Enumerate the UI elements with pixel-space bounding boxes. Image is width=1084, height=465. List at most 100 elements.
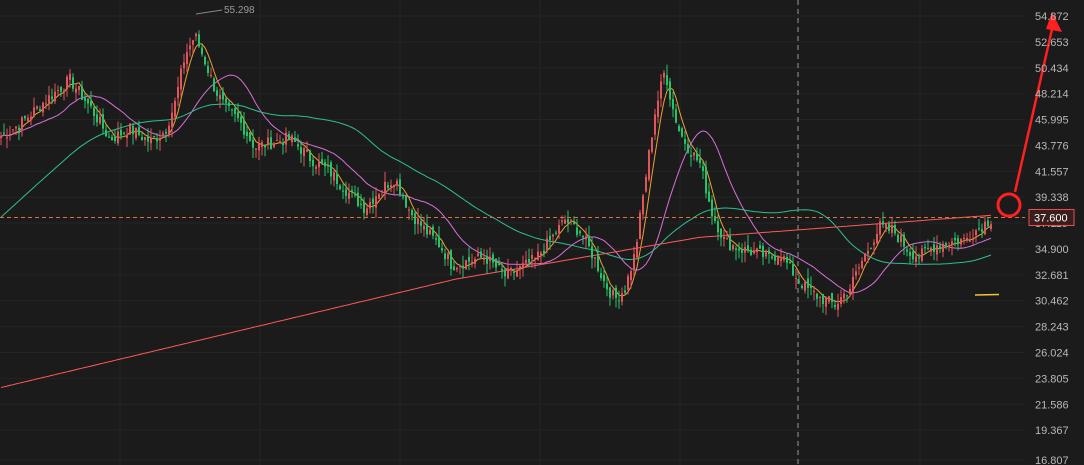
candle-up bbox=[942, 243, 944, 252]
candle-up bbox=[135, 127, 137, 139]
candle-up bbox=[858, 267, 860, 269]
candle-down bbox=[696, 153, 698, 161]
candle-down bbox=[468, 256, 470, 262]
candle-down bbox=[399, 179, 401, 195]
candle-down bbox=[933, 244, 935, 252]
candle-down bbox=[909, 252, 911, 256]
candle-up bbox=[9, 133, 11, 135]
candle-up bbox=[891, 226, 893, 233]
candle-down bbox=[330, 162, 332, 177]
candle-down bbox=[18, 127, 20, 131]
candle-down bbox=[387, 185, 389, 188]
candle-up bbox=[159, 138, 161, 141]
candle-down bbox=[405, 196, 407, 208]
candle-up bbox=[753, 250, 755, 254]
candle-down bbox=[453, 266, 455, 271]
candle-down bbox=[987, 220, 989, 227]
candle-down bbox=[618, 300, 620, 302]
candle-up bbox=[864, 253, 866, 262]
candle-down bbox=[924, 247, 926, 249]
candle-up bbox=[219, 95, 221, 100]
candle-up bbox=[381, 190, 383, 192]
candle-down bbox=[699, 158, 701, 164]
candle-up bbox=[744, 247, 746, 253]
y-tick-label: 16.807 bbox=[1035, 455, 1069, 465]
candle-up bbox=[663, 72, 665, 78]
y-tick-label: 48.214 bbox=[1035, 89, 1069, 101]
candle-up bbox=[126, 135, 128, 138]
candle-down bbox=[435, 238, 437, 240]
candle-up bbox=[873, 242, 875, 245]
candle-down bbox=[711, 199, 713, 217]
candle-down bbox=[831, 292, 833, 303]
candle-up bbox=[333, 172, 335, 181]
candle-down bbox=[786, 256, 788, 263]
candle-down bbox=[690, 155, 692, 157]
candle-down bbox=[705, 167, 707, 194]
candle-up bbox=[417, 218, 419, 225]
candle-up bbox=[393, 184, 395, 188]
candle-up bbox=[99, 116, 101, 124]
candle-down bbox=[111, 136, 113, 141]
candle-down bbox=[87, 98, 89, 104]
candle-up bbox=[693, 152, 695, 156]
candle-up bbox=[267, 137, 269, 145]
candle-up bbox=[285, 132, 287, 145]
candle-down bbox=[357, 192, 359, 207]
candle-up bbox=[783, 256, 785, 260]
candle-up bbox=[654, 114, 656, 135]
candle-down bbox=[816, 293, 818, 299]
candle-down bbox=[747, 245, 749, 251]
candle-down bbox=[60, 87, 62, 92]
candle-up bbox=[477, 253, 479, 256]
candle-down bbox=[114, 136, 116, 142]
candle-down bbox=[567, 219, 569, 223]
candle-up bbox=[561, 220, 563, 222]
candle-up bbox=[975, 230, 977, 236]
candle-down bbox=[288, 134, 290, 139]
candle-up bbox=[540, 252, 542, 256]
candle-up bbox=[849, 288, 851, 295]
candle-down bbox=[606, 283, 608, 290]
candle-up bbox=[78, 86, 80, 91]
candle-up bbox=[42, 102, 44, 113]
candle-down bbox=[774, 255, 776, 261]
candle-up bbox=[177, 86, 179, 99]
candle-up bbox=[570, 219, 572, 221]
candle-down bbox=[738, 248, 740, 251]
candle-down bbox=[492, 254, 494, 263]
candle-down bbox=[687, 143, 689, 153]
candle-up bbox=[828, 296, 830, 302]
candle-up bbox=[639, 212, 641, 240]
candle-up bbox=[564, 219, 566, 224]
candle-down bbox=[768, 250, 770, 255]
candle-down bbox=[312, 159, 314, 167]
candle-down bbox=[681, 128, 683, 137]
candle-down bbox=[807, 278, 809, 289]
candle-down bbox=[123, 132, 125, 134]
candle-up bbox=[726, 238, 728, 240]
candle-up bbox=[546, 238, 548, 251]
candle-up bbox=[921, 248, 923, 261]
y-tick-label: 54.872 bbox=[1035, 11, 1069, 23]
candle-up bbox=[315, 166, 317, 169]
candle-up bbox=[972, 239, 974, 241]
candle-up bbox=[258, 143, 260, 151]
candle-down bbox=[894, 224, 896, 234]
candle-down bbox=[897, 234, 899, 242]
candle-down bbox=[138, 127, 140, 135]
candle-down bbox=[39, 109, 41, 111]
candle-up bbox=[33, 107, 35, 117]
candle-down bbox=[903, 234, 905, 247]
candlestick-chart[interactable]: 55.298 54.872 52.653 50.434 48.214 45.995 43.… bbox=[0, 0, 1084, 465]
candle-down bbox=[717, 221, 719, 233]
candle-down bbox=[360, 203, 362, 205]
candle-down bbox=[582, 235, 584, 238]
candle-up bbox=[522, 263, 524, 268]
candle-up bbox=[630, 271, 632, 281]
candle-up bbox=[852, 276, 854, 293]
candle-down bbox=[147, 135, 149, 142]
candle-up bbox=[471, 261, 473, 263]
y-tick-label: 30.462 bbox=[1035, 296, 1069, 308]
candle-down bbox=[957, 238, 959, 245]
